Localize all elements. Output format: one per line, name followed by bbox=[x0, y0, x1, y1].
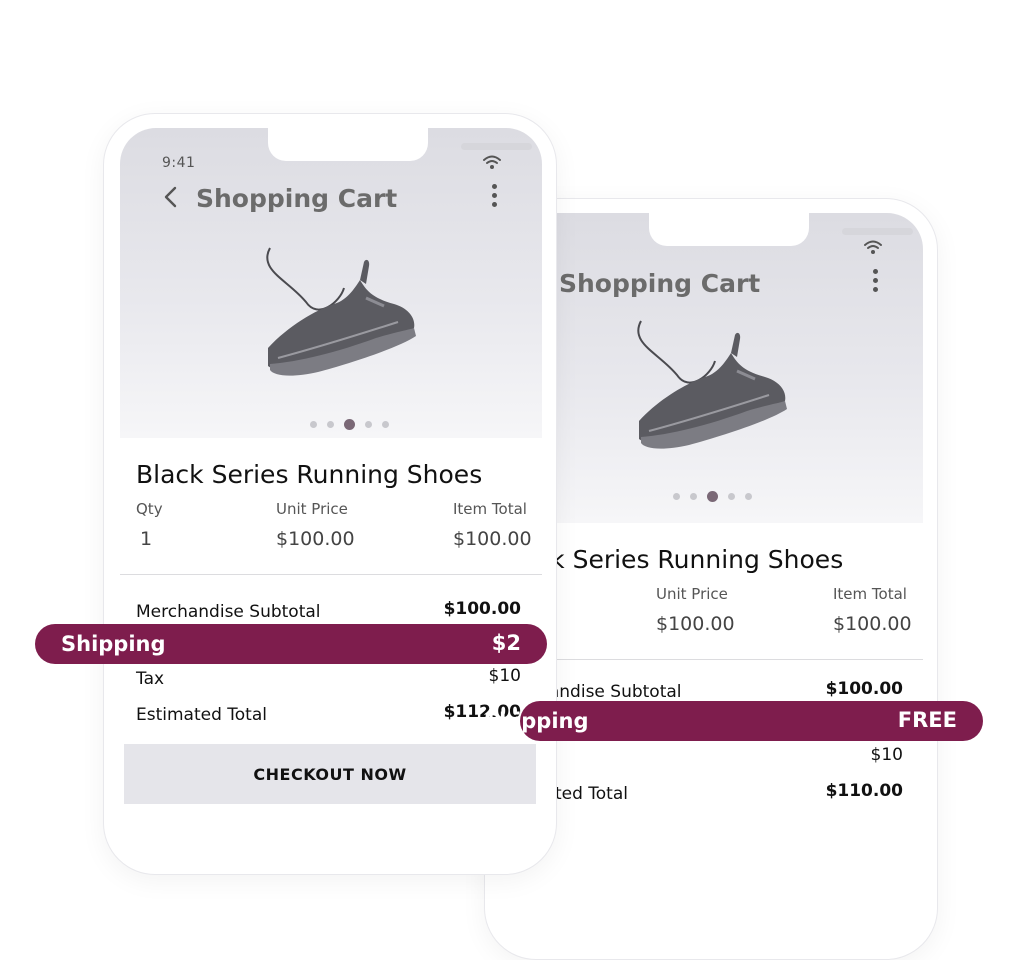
product-name: Black Series Running Shoes bbox=[136, 460, 483, 489]
carousel-dot[interactable] bbox=[327, 421, 334, 428]
carousel-dot[interactable] bbox=[745, 493, 752, 500]
more-vertical-icon[interactable] bbox=[871, 269, 879, 293]
estimated-total-value: $110.00 bbox=[825, 781, 903, 801]
qty-header: Qty bbox=[136, 500, 163, 518]
page-title: Shopping Cart bbox=[196, 184, 398, 213]
qty-value: 1 bbox=[140, 528, 153, 550]
unit-price-value: $100.00 bbox=[656, 613, 735, 635]
unit-price-header: Unit Price bbox=[276, 500, 348, 518]
shipping-value: $2 bbox=[491, 631, 521, 655]
carousel-dots bbox=[310, 419, 389, 430]
carousel-dot[interactable] bbox=[690, 493, 697, 500]
back-chevron-icon[interactable] bbox=[160, 184, 180, 210]
shipping-highlight-paid: Shipping $2 bbox=[35, 624, 547, 664]
product-hero: Shopping Cart bbox=[501, 213, 923, 523]
carousel-dot[interactable] bbox=[310, 421, 317, 428]
merchandise-subtotal-value: $100.00 bbox=[825, 679, 903, 699]
tax-value: $10 bbox=[488, 666, 521, 686]
speaker bbox=[842, 228, 913, 235]
divider bbox=[120, 574, 542, 575]
shoe-image bbox=[266, 247, 416, 376]
wifi-icon bbox=[483, 155, 501, 169]
tax-value: $10 bbox=[870, 745, 903, 765]
product-hero: 9:41 Shopping Cart bbox=[120, 128, 542, 438]
carousel-dot[interactable] bbox=[365, 421, 372, 428]
shipping-label: Shipping bbox=[484, 709, 589, 733]
tax-label: Tax bbox=[136, 669, 165, 689]
notch bbox=[649, 213, 913, 246]
unit-price-header: Unit Price bbox=[656, 585, 728, 603]
page-title: Shopping Cart bbox=[559, 269, 761, 298]
item-total-value: $100.00 bbox=[453, 528, 532, 550]
carousel-dot-active[interactable] bbox=[707, 491, 718, 502]
speaker bbox=[461, 143, 532, 150]
wifi-icon bbox=[864, 240, 882, 254]
unit-price-value: $100.00 bbox=[276, 528, 355, 550]
shoe-image bbox=[637, 320, 787, 449]
phone-mockup-paid-shipping: 9:41 Shopping Cart Black Series Running … bbox=[103, 113, 557, 875]
item-total-header: Item Total bbox=[453, 500, 527, 518]
more-vertical-icon[interactable] bbox=[490, 184, 498, 208]
item-total-header: Item Total bbox=[833, 585, 907, 603]
carousel-dot[interactable] bbox=[382, 421, 389, 428]
status-time: 9:41 bbox=[162, 155, 196, 171]
carousel-dots bbox=[673, 491, 752, 502]
merchandise-subtotal-value: $100.00 bbox=[443, 599, 521, 619]
estimated-total-label: Estimated Total bbox=[136, 705, 267, 725]
shipping-highlight-free: Shipping FREE bbox=[484, 701, 983, 741]
checkout-button[interactable]: CHECKOUT NOW bbox=[124, 744, 536, 804]
notch bbox=[268, 128, 532, 161]
shipping-value: FREE bbox=[897, 708, 957, 732]
shipping-label: Shipping bbox=[61, 632, 166, 656]
item-total-value: $100.00 bbox=[833, 613, 912, 635]
carousel-dot[interactable] bbox=[673, 493, 680, 500]
carousel-dot-active[interactable] bbox=[344, 419, 355, 430]
carousel-dot[interactable] bbox=[728, 493, 735, 500]
merchandise-subtotal-label: Merchandise Subtotal bbox=[136, 602, 321, 622]
